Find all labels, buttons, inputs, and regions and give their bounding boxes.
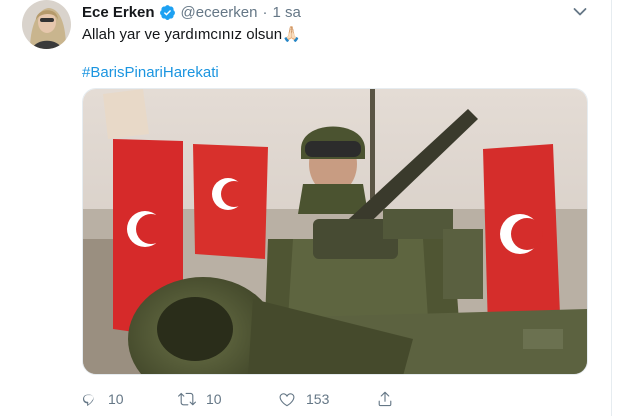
author-handle[interactable]: @eceerken bbox=[181, 4, 258, 21]
praying-hands-emoji: 🙏🏻 bbox=[282, 26, 301, 43]
reply-count: 10 bbox=[108, 391, 124, 407]
tweet-timestamp[interactable]: 1 sa bbox=[272, 4, 300, 21]
tweet-text: Allah yar ve yardımcınız olsun🙏🏻 bbox=[82, 25, 301, 45]
tweet-header: Ece Erken @eceerken · 1 sa bbox=[82, 2, 301, 22]
retweet-button[interactable]: 10 bbox=[178, 390, 222, 408]
timeline-border bbox=[611, 0, 612, 416]
avatar[interactable] bbox=[22, 0, 71, 49]
reply-button[interactable]: 10 bbox=[80, 390, 124, 408]
like-icon bbox=[279, 393, 295, 407]
like-count: 153 bbox=[306, 391, 330, 407]
chevron-down-icon[interactable] bbox=[573, 4, 587, 16]
tweet-card[interactable]: Ece Erken @eceerken · 1 sa Allah yar ve … bbox=[0, 0, 632, 416]
separator-dot: · bbox=[262, 3, 268, 21]
author-name[interactable]: Ece Erken bbox=[82, 4, 155, 21]
tweet-media-image[interactable] bbox=[82, 88, 588, 375]
tweet-actions: 10 10 153 bbox=[80, 390, 410, 412]
tweet-body: Allah yar ve yardımcınız olsun bbox=[82, 26, 283, 43]
share-button[interactable] bbox=[376, 390, 394, 408]
retweet-icon bbox=[178, 392, 196, 406]
reply-icon bbox=[83, 394, 94, 406]
like-button[interactable]: 153 bbox=[278, 390, 329, 408]
retweet-count: 10 bbox=[206, 391, 222, 407]
share-icon bbox=[378, 391, 392, 407]
verified-badge-icon bbox=[159, 4, 176, 21]
hashtag-link[interactable]: #BarisPinariHarekati bbox=[82, 63, 219, 83]
